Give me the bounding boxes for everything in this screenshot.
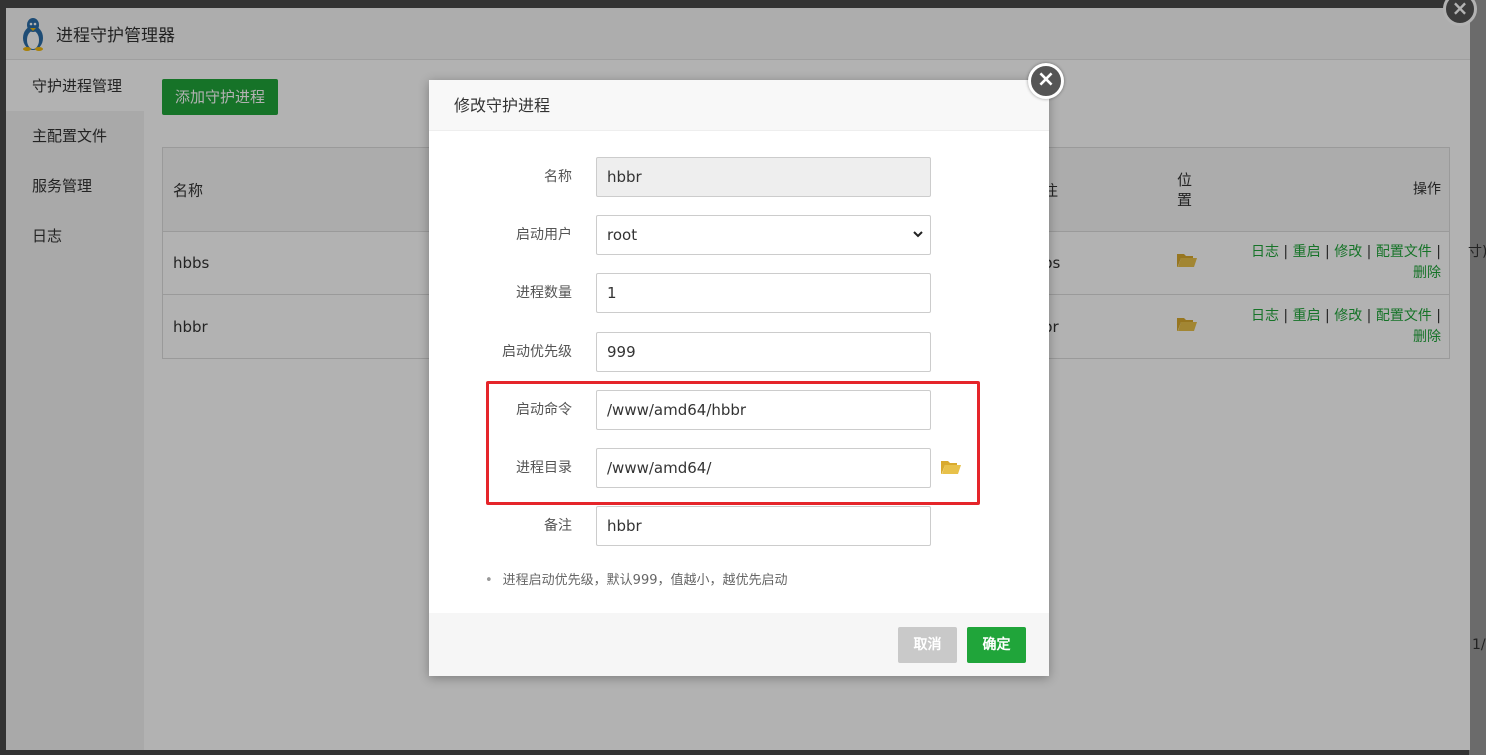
edge-text: 寸) [1468,244,1486,260]
edit-daemon-dialog: 修改守护进程 × 名称 hbbr 启动用户 root 进程数量 1 启动优先级 … [429,63,1064,676]
priority-input[interactable]: 999 [596,332,931,372]
form-row-note: 备注 hbbr [429,506,1049,546]
note-label: 备注 [544,518,572,534]
form-row-name: 名称 hbbr [429,157,1049,197]
count-label: 进程数量 [516,285,572,301]
name-input: hbbr [596,157,931,197]
dialog-close-icon[interactable]: × [1028,63,1064,99]
user-select-value: root [607,226,638,244]
user-label: 启动用户 [516,227,572,243]
form-row-priority: 启动优先级 999 [429,332,1049,372]
cancel-button[interactable]: 取消 [898,627,957,663]
red-highlight-box [486,381,980,505]
priority-label: 启动优先级 [502,344,572,360]
edge-text: 1/ [1472,637,1486,653]
name-label: 名称 [544,169,572,185]
dialog-footer: 取消 确定 [429,613,1049,676]
confirm-button[interactable]: 确定 [967,627,1026,663]
chevron-down-icon [913,231,923,238]
form-row-user: 启动用户 root [429,215,1049,255]
count-input[interactable]: 1 [596,273,931,313]
dialog-title: 修改守护进程 [429,80,1049,131]
form-row-count: 进程数量 1 [429,273,1049,313]
user-select[interactable]: root [596,215,931,255]
priority-tip: 进程启动优先级，默认999，值越小，越优先启动 [485,569,788,588]
note-input[interactable]: hbbr [596,506,931,546]
